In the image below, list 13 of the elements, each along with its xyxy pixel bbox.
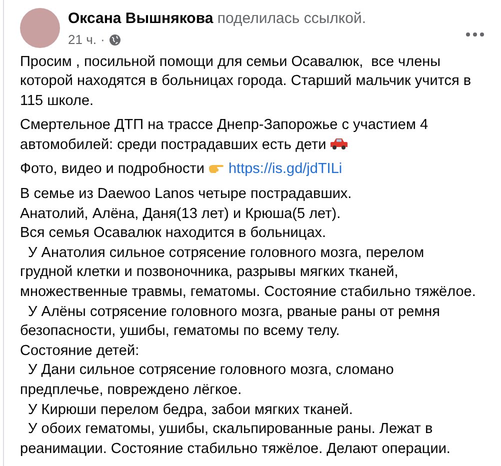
share-action-text: поделилась ссылкой. (217, 10, 366, 27)
text-line: Смертельное ДТП на трассе Днепр-Запорожье с участием 4 (20, 117, 428, 134)
separator-dot: · (100, 31, 105, 49)
link[interactable]: https://is.gd/jdTILi (228, 161, 342, 178)
more-options-icon[interactable] (465, 32, 485, 37)
author-name[interactable]: Оксана Вышнякова (68, 10, 214, 27)
globe-icon (108, 34, 121, 46)
paragraph: Фото, видео и подробности (20, 161, 204, 178)
car-icon (330, 136, 348, 151)
paragraph: В семье из Daewoo Lanos четыре пострадавших. Анатолий, Алёна, Даня(13 лет) и Крюша(5 лет). Вся семья Осавалюк находится в больницах. У Анатолия сильное сотрясение головного мозга, перелом грудной клетки и позвоночника, разрывы мягких тканей, множественные травмы, гематомы. Состояние стабильно тяжёлое. У Алёны сотрясение головного мозга, рваные раны от ремня безопасности, ушибы, гематомы по всему телу. Состояние детей: У Дани сильное сотрясение головного мозга, сломано предплечье, повреждено лёгкое. У Кирюши перелом бедра, забои мягких тканей. У обоих гематомы, ушибы, скальпированные раны. Лежат в реанимации. Состояние стабильно тяжёлое. Делают операции. (20, 185, 477, 459)
post-time[interactable]: 21 ч. (68, 30, 96, 50)
text-line: автомобилей: среди пострадавших есть дети (20, 136, 326, 153)
paragraph: Просим , посильной помощи для семьи Осавалюк, все члены которой находятся в больницах города. Старший мальчик учится в 115 школе. (20, 52, 472, 111)
